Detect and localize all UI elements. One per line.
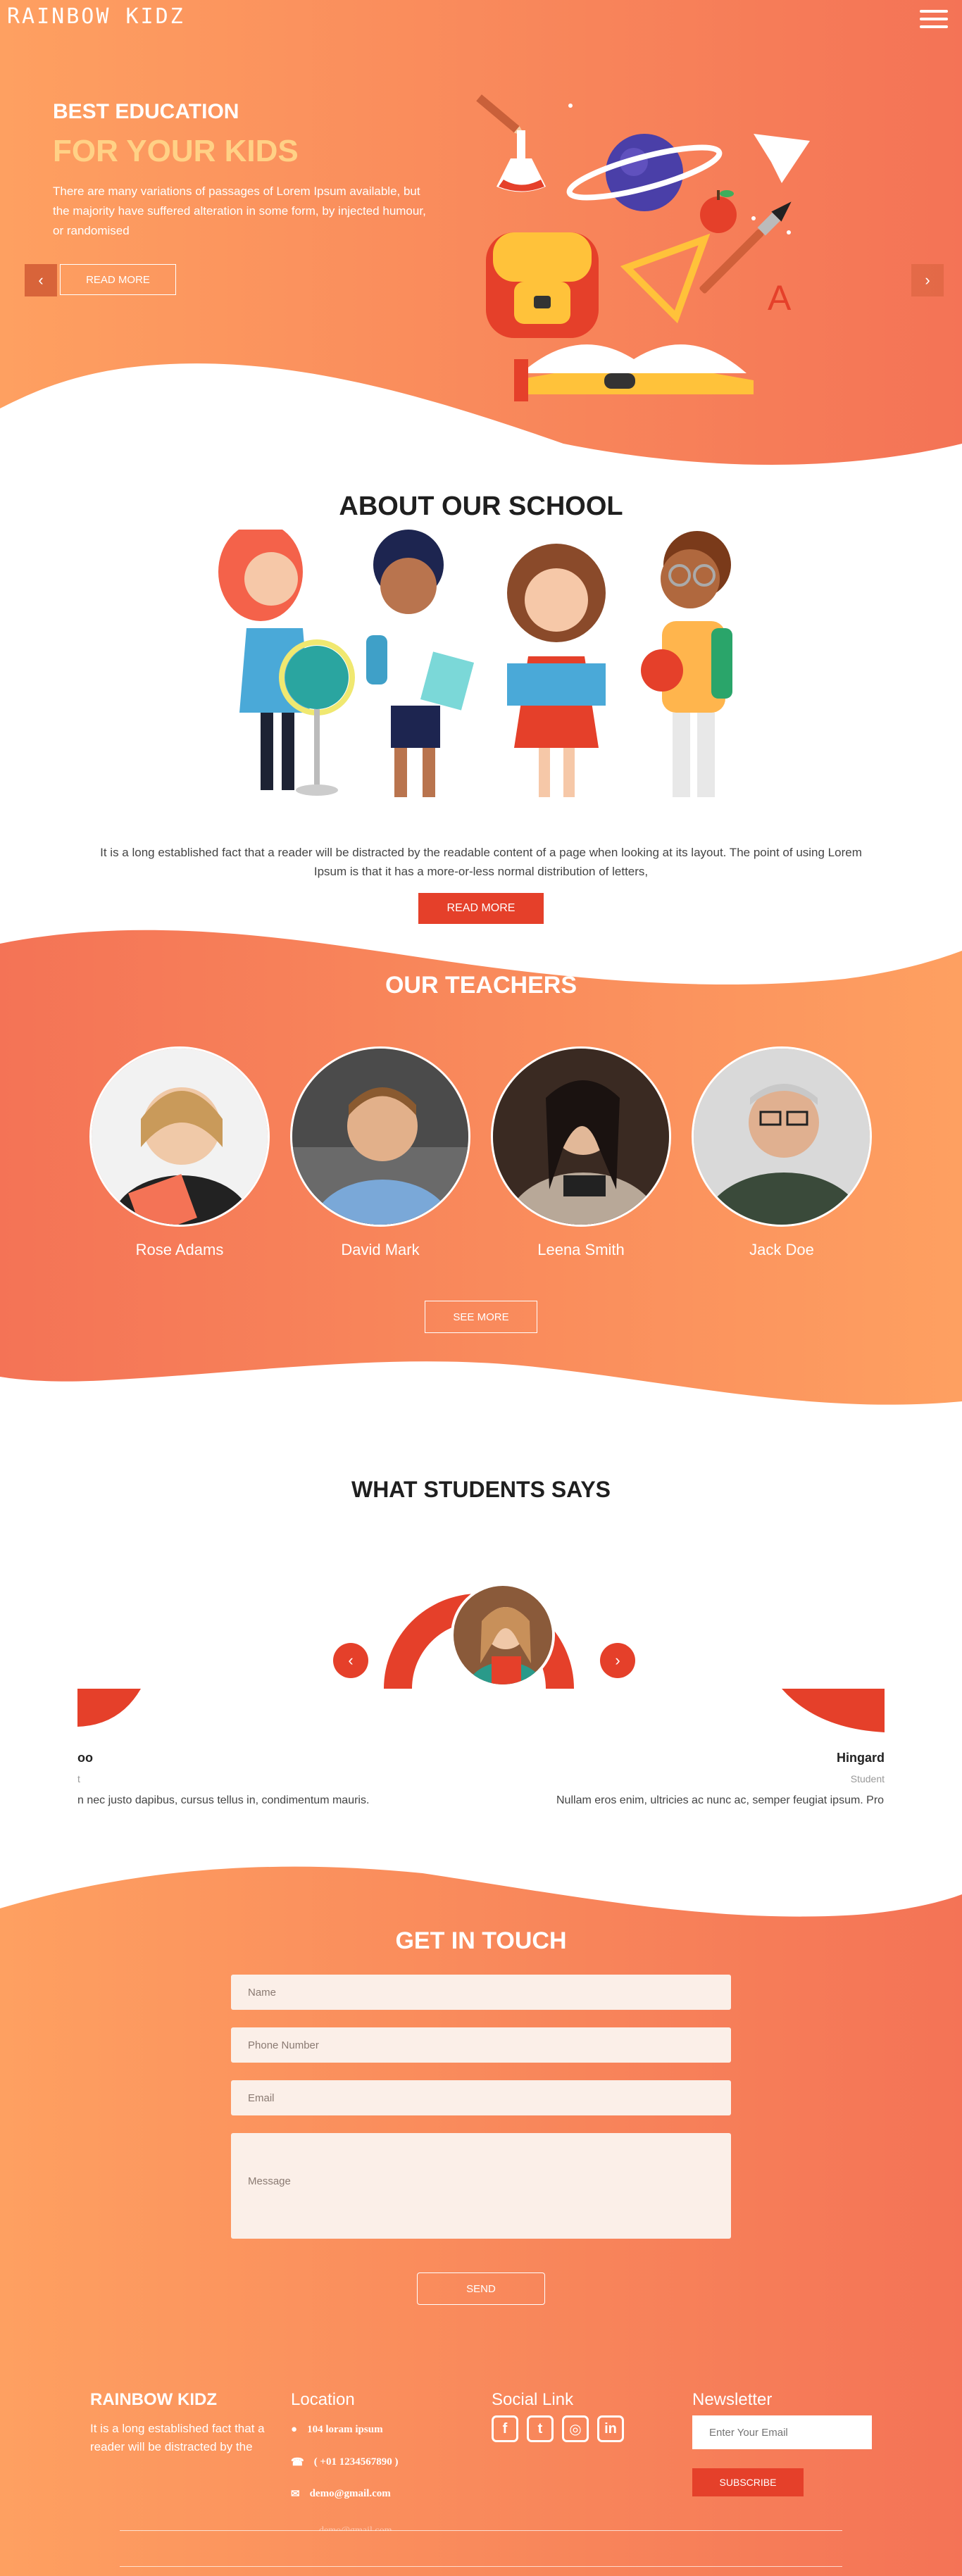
paper-plane-icon xyxy=(754,134,810,183)
hero-section: RAINBOW KIDZ BEST EDUCATION FOR YOUR KID… xyxy=(0,0,962,465)
footer-social-title: Social Link xyxy=(492,2390,574,2409)
svg-text:A: A xyxy=(768,278,792,318)
hero-next-arrow-icon[interactable]: › xyxy=(911,264,944,296)
email-field[interactable] xyxy=(231,2080,731,2115)
teacher-name: Rose Adams xyxy=(135,1241,224,1258)
footer-location-title: Location xyxy=(291,2390,355,2409)
testimonial-right-role: Student xyxy=(850,1773,885,1784)
footer-brand: RAINBOW KIDZ xyxy=(90,2390,217,2409)
girl-with-globe-icon xyxy=(218,530,355,796)
hamburger-menu-icon[interactable] xyxy=(920,10,948,28)
brand-logo[interactable]: RAINBOW KIDZ xyxy=(7,4,185,29)
footer-address-text: 104 loram ipsum xyxy=(307,2424,383,2435)
message-field[interactable] xyxy=(231,2133,731,2239)
testimonial-right-text: Nullam eros enim, ultricies ac nunc ac, … xyxy=(556,1794,885,1806)
about-description: It is a long established fact that a rea… xyxy=(100,846,862,878)
open-book-icon xyxy=(514,344,754,401)
instagram-icon[interactable]: ◎ xyxy=(562,2415,589,2442)
hero-prev-arrow-icon[interactable]: ‹ xyxy=(25,264,57,296)
hero-title: FOR YOUR KIDS xyxy=(53,134,299,168)
teacher-card[interactable]: Rose Adams xyxy=(88,1046,271,1259)
testimonial-prev-arrow-icon[interactable]: ‹ xyxy=(333,1643,368,1678)
newsletter-email-input[interactable] xyxy=(692,2415,872,2449)
testimonial-left-role: t xyxy=(77,1773,80,1784)
teacher-card[interactable]: David Mark xyxy=(289,1046,472,1259)
teacher-name: Jack Doe xyxy=(749,1241,814,1258)
flask-icon xyxy=(496,130,546,192)
teacher-card[interactable]: Jack Doe xyxy=(690,1046,873,1259)
contact-title: GET IN TOUCH xyxy=(395,1927,567,1954)
phone-icon: ☎ xyxy=(291,2457,304,2468)
footer-newsletter-title: Newsletter xyxy=(692,2390,773,2409)
backpack-icon xyxy=(486,232,599,338)
testimonial-right-name: Hingard xyxy=(836,1751,885,1765)
map-pin-icon: ● xyxy=(291,2424,298,2435)
footer-phone-text: ( +01 1234567890 ) xyxy=(313,2456,399,2468)
triangle-ruler-icon xyxy=(620,233,711,324)
boy-with-book-icon xyxy=(366,530,475,797)
linkedin-icon[interactable]: in xyxy=(597,2415,624,2442)
teacher-card[interactable]: Leena Smith xyxy=(489,1046,673,1259)
teacher-photo xyxy=(89,1046,270,1227)
footer-divider xyxy=(120,2566,842,2567)
hero-read-more-button[interactable]: READ MORE xyxy=(60,264,176,295)
testimonials-title: WHAT STUDENTS SAYS xyxy=(351,1477,611,1502)
testimonial-left-text: n nec justo dapibus, cursus tellus in, c… xyxy=(77,1794,370,1806)
footer-email[interactable]: ✉ demo@gmail.com xyxy=(291,2487,391,2501)
apple-icon xyxy=(700,190,737,233)
phone-field[interactable] xyxy=(231,2027,731,2063)
teacher-photo xyxy=(491,1046,671,1227)
planet-icon xyxy=(566,134,723,211)
teacher-photo xyxy=(692,1046,872,1227)
testimonial-next-arrow-icon[interactable]: › xyxy=(600,1643,635,1678)
teacher-name: Leena Smith xyxy=(537,1241,625,1258)
footer-phone: ☎ ( +01 1234567890 ) xyxy=(291,2456,398,2469)
social-links: f t ◎ in xyxy=(492,2415,624,2442)
footer-email-text: demo@gmail.com xyxy=(309,2488,391,2499)
boy-with-glasses-icon xyxy=(641,531,732,797)
footer-address: ● 104 loram ipsum xyxy=(291,2424,383,2436)
footer-about-text: It is a long established fact that a rea… xyxy=(90,2422,265,2453)
footer-divider xyxy=(120,2530,842,2531)
girl-reading-icon xyxy=(507,544,606,797)
teacher-photo xyxy=(290,1046,470,1227)
name-field[interactable] xyxy=(231,1975,731,2010)
see-more-button[interactable]: SEE MORE xyxy=(425,1301,537,1333)
twitter-icon[interactable]: t xyxy=(527,2415,554,2442)
teachers-title: OUR TEACHERS xyxy=(385,972,577,999)
envelope-icon: ✉ xyxy=(291,2489,300,2500)
subscribe-button[interactable]: SUBSCRIBE xyxy=(692,2468,804,2496)
hero-description: There are many variations of passages of… xyxy=(53,185,426,237)
school-supplies-illustration: A xyxy=(476,94,810,401)
children-illustration xyxy=(218,530,732,797)
send-button[interactable]: SEND xyxy=(417,2272,545,2305)
facebook-icon[interactable]: f xyxy=(492,2415,518,2442)
testimonial-left-name: oo xyxy=(77,1751,93,1765)
hero-kicker: BEST EDUCATION xyxy=(53,100,239,123)
student-avatar xyxy=(451,1583,555,1687)
about-title: ABOUT OUR SCHOOL xyxy=(339,492,623,521)
teacher-name: David Mark xyxy=(341,1241,420,1258)
